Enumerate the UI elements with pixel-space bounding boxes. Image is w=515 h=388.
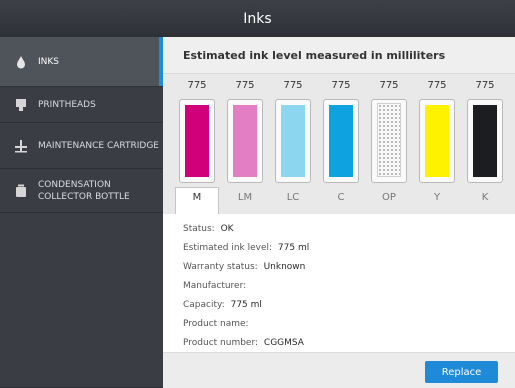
page-heading: Estimated ink level measured in millilit… xyxy=(183,49,446,62)
manufacturer-label: Manufacturer: xyxy=(183,281,247,291)
window-title: Inks xyxy=(243,10,272,27)
ink-level-row: Estimated ink level: 775 ml xyxy=(183,243,309,253)
ink-level-bar xyxy=(281,105,305,177)
main-panel: Estimated ink level measured in millilit… xyxy=(163,37,515,388)
cartridge-body xyxy=(419,99,455,183)
ink-level-bar xyxy=(377,103,401,177)
ink-level-bar xyxy=(473,105,497,177)
bottle-icon xyxy=(16,184,26,197)
ink-level-bar xyxy=(233,105,257,177)
warranty-label: Warranty status: xyxy=(183,262,258,272)
cartridge-label: LC xyxy=(286,192,300,203)
cartridge-body xyxy=(323,99,359,183)
product-number-label: Product number: xyxy=(183,338,259,348)
cartridge-k[interactable]: 775 K xyxy=(463,74,507,214)
cartridge-body xyxy=(467,99,503,183)
cartridge-panel: 775 M 775 LM 775 LC 775 C 775 OP 775 Y 7… xyxy=(163,74,515,214)
action-footer: Replace xyxy=(163,352,515,388)
product-name-row: Product name: xyxy=(183,319,252,329)
replace-button[interactable]: Replace xyxy=(425,361,498,383)
product-name-label: Product name: xyxy=(183,319,249,329)
cartridge-body xyxy=(371,99,407,183)
cartridge-details: Status: OK Estimated ink level: 775 ml W… xyxy=(163,214,515,352)
maintenance-cartridge-icon xyxy=(15,139,27,152)
warranty-value: Unknown xyxy=(263,262,306,272)
capacity-value: 775 ml xyxy=(230,300,262,310)
sidebar-item-condensation-collector-bottle[interactable]: CONDENSATION COLLECTOR BOTTLE xyxy=(0,169,163,213)
capacity-label: Capacity: xyxy=(183,300,225,310)
printhead-icon xyxy=(16,98,26,111)
product-number-row: Product number: CGGMSA xyxy=(183,338,304,348)
cartridge-value: 775 xyxy=(331,80,351,91)
title-bar: Inks xyxy=(0,0,515,37)
cartridge-y[interactable]: 775 Y xyxy=(415,74,459,214)
sidebar-item-label: MAINTENANCE CARTRIDGE xyxy=(38,140,159,151)
sidebar-item-inks[interactable]: INKS xyxy=(0,37,163,87)
ink-level-bar xyxy=(329,105,353,177)
cartridge-label: K xyxy=(481,192,489,203)
cartridge-value: 775 xyxy=(427,80,447,91)
cartridge-body xyxy=(227,99,263,183)
cartridge-op[interactable]: 775 OP xyxy=(367,74,411,214)
sidebar-item-label: CONDENSATION COLLECTOR BOTTLE xyxy=(38,179,130,202)
ink-drop-icon xyxy=(17,55,25,68)
ink-level-bar xyxy=(425,105,449,177)
sidebar-item-maintenance-cartridge[interactable]: MAINTENANCE CARTRIDGE xyxy=(0,123,163,169)
ink-level-bar xyxy=(185,105,209,177)
cartridge-value: 775 xyxy=(283,80,303,91)
cartridge-label: C xyxy=(337,192,345,203)
cartridge-value: 775 xyxy=(235,80,255,91)
cartridge-label: LM xyxy=(237,192,253,203)
ink-level-value: 775 ml xyxy=(277,243,310,253)
status-value: OK xyxy=(220,224,234,234)
cartridge-value: 775 xyxy=(187,80,207,91)
cartridge-label: Y xyxy=(433,192,441,203)
capacity-row: Capacity: 775 ml xyxy=(183,300,262,310)
sidebar: INKS PRINTHEADS MAINTENANCE CARTRIDGE CO… xyxy=(0,37,163,387)
status-label: Status: xyxy=(183,224,215,234)
cartridge-c[interactable]: 775 C xyxy=(319,74,363,214)
sidebar-item-printheads[interactable]: PRINTHEADS xyxy=(0,87,163,123)
warranty-row: Warranty status: Unknown xyxy=(183,262,305,272)
manufacturer-row: Manufacturer: xyxy=(183,281,249,291)
heading-bar: Estimated ink level measured in millilit… xyxy=(163,37,515,74)
cartridge-body xyxy=(275,99,311,183)
cartridge-label: M xyxy=(175,187,219,214)
ink-level-label: Estimated ink level: xyxy=(183,243,273,253)
status-row: Status: OK xyxy=(183,224,234,234)
product-number-value: CGGMSA xyxy=(263,338,304,348)
cartridge-label: OP xyxy=(382,192,396,203)
cartridge-body xyxy=(179,99,215,183)
sidebar-item-label: PRINTHEADS xyxy=(38,99,96,110)
cartridge-m[interactable]: 775 M xyxy=(175,74,219,214)
cartridge-value: 775 xyxy=(475,80,495,91)
cartridge-lm[interactable]: 775 LM xyxy=(223,74,267,214)
cartridge-value: 775 xyxy=(379,80,399,91)
cartridge-lc[interactable]: 775 LC xyxy=(271,74,315,214)
sidebar-item-label: INKS xyxy=(38,56,60,67)
